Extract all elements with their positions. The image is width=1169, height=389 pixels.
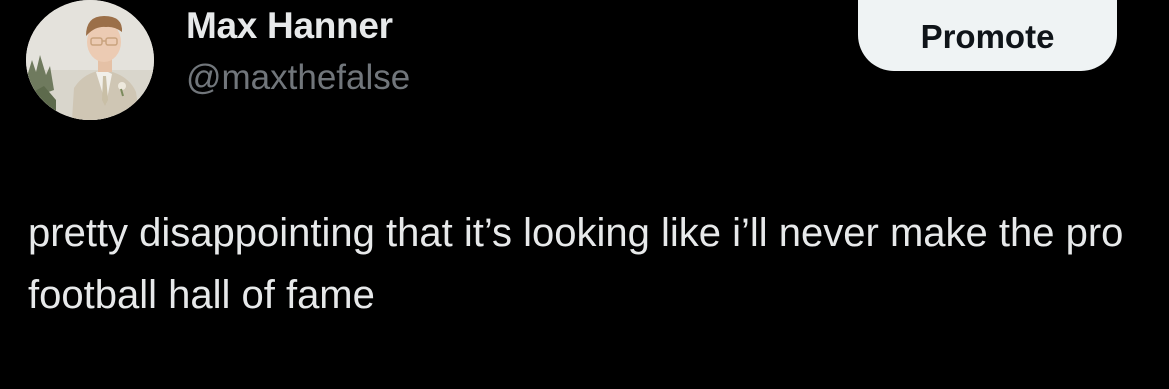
avatar[interactable]: [26, 0, 154, 120]
tweet-text: pretty disappointing that it’s looking l…: [28, 211, 1124, 317]
author-display-name[interactable]: Max Hanner: [186, 5, 393, 47]
profile-photo-icon: [26, 0, 154, 120]
promote-button-label: Promote: [920, 17, 1055, 55]
promote-button[interactable]: Promote: [858, 0, 1117, 71]
author-handle[interactable]: @maxthefalse: [186, 58, 410, 98]
